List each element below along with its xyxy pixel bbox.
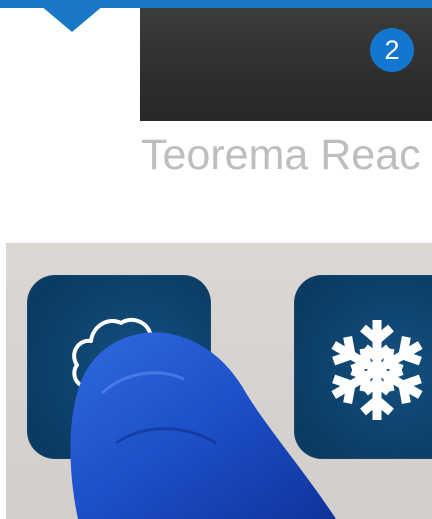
brand-title: Teorema Reac: [141, 131, 421, 179]
step-number-badge: 2: [370, 28, 414, 72]
step-pointer-arrow: [34, 0, 110, 32]
device-photo: [6, 243, 432, 519]
gloved-finger-image: [70, 332, 336, 519]
